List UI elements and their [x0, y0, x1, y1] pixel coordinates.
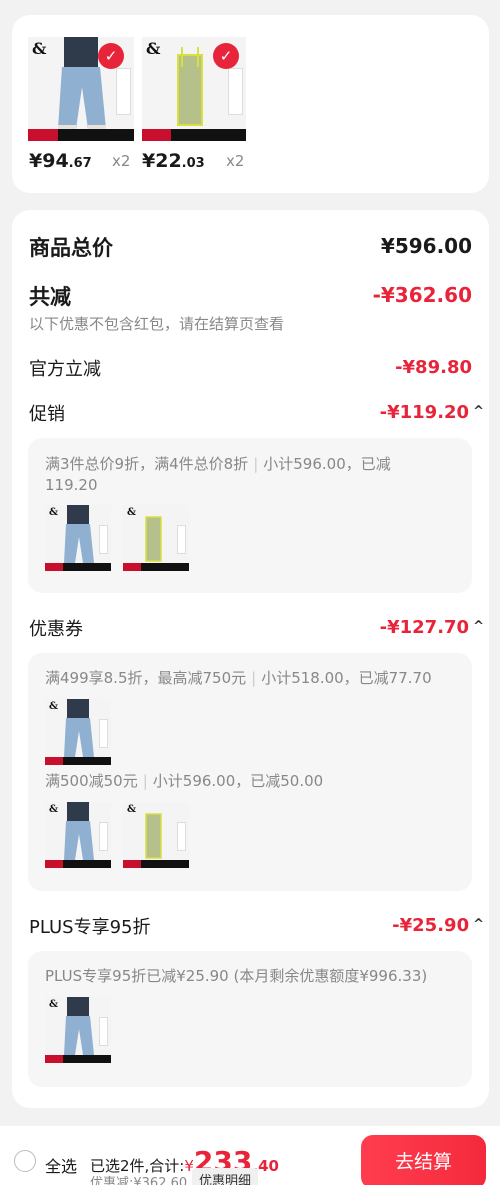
promotion-subtotal: 小计596.00，已减	[263, 455, 391, 473]
promotion-rule-text: 满3件总价9折，满4件总价8折	[45, 455, 249, 473]
checkout-bar: 全选 已选2件,合计:¥233.40 优惠减:¥362.60 优惠明细 去结算	[0, 1126, 500, 1185]
reduce-label: 共减	[29, 285, 71, 309]
promotion-detail-panel: 满3件总价9折，满4件总价8折 | 小计596.00，已减 119.20 & &	[28, 438, 472, 593]
info-graphic	[176, 524, 186, 555]
reduce-hint: 以下优惠不包含红包，请在结算页查看	[29, 315, 285, 333]
coupon-subtotal: 小计596.00，已减50.00	[152, 772, 324, 790]
coupon-label: 优惠券	[29, 619, 83, 640]
promotion-label: 促销	[29, 404, 65, 425]
info-graphic	[176, 821, 186, 852]
coupon-rule: 满499享8.5折，最高减750元 | 小计518.00，已减77.70	[45, 669, 432, 687]
promotion-toggle[interactable]: -¥119.20 ^	[380, 402, 484, 423]
total-label: 商品总价	[29, 236, 113, 260]
size-chart-graphic	[98, 524, 108, 555]
price-integer: ¥94	[29, 150, 69, 172]
promo-strip	[63, 1055, 111, 1063]
size-chart-graphic	[98, 718, 108, 749]
promotion-product-jeans[interactable]: &	[45, 505, 111, 571]
promo-strip	[171, 128, 246, 141]
chevron-up-icon: ^	[473, 404, 484, 419]
promotion-value: -¥119.20	[379, 402, 470, 423]
coupon-detail-panel: 满499享8.5折，最高减750元 | 小计518.00，已减77.70 & 满50…	[28, 653, 472, 891]
official-discount-label: 官方立减	[29, 359, 101, 380]
promo-strip	[63, 860, 111, 868]
official-discount-value: -¥89.80	[395, 357, 472, 378]
coupon-product-jeans[interactable]: &	[45, 802, 111, 868]
plus-discount-label: PLUS专享95折	[29, 917, 151, 938]
coupon-product-jeans[interactable]: &	[45, 699, 111, 765]
product-quantity: x2	[226, 152, 245, 170]
discount-detail-button[interactable]: 优惠明细	[192, 1168, 259, 1185]
product-price: ¥22.03	[142, 150, 205, 172]
total-value: ¥596.00	[380, 234, 472, 258]
size-chart-graphic	[116, 68, 131, 115]
coupon-rule-text: 满499享8.5折，最高减750元	[45, 669, 247, 687]
checkout-button[interactable]: 去结算	[361, 1135, 486, 1185]
price-breakdown-card: 商品总价 ¥596.00 共减 -¥362.60 以下优惠不包含红包，请在结算页…	[12, 210, 489, 1108]
plus-detail-panel: PLUS专享95折已减¥25.90 (本月剩余优惠额度¥996.33) &	[28, 951, 472, 1087]
coupon-toggle[interactable]: -¥127.70 ^	[380, 617, 484, 638]
coupon-value: -¥127.70	[379, 617, 470, 638]
info-graphic	[228, 68, 243, 115]
promo-strip	[63, 563, 111, 571]
coupon-rule-text: 满500减50元	[45, 772, 138, 790]
reduce-value: -¥362.60	[372, 283, 472, 307]
plus-discount-toggle[interactable]: -¥25.90 ^	[392, 915, 484, 936]
promo-strip	[57, 128, 134, 141]
promo-strip	[63, 757, 111, 765]
selected-products-card: & ✓ & ✓ ¥94.67 x2 ¥22.03 x2	[12, 15, 489, 193]
chevron-up-icon: ^	[473, 619, 484, 634]
coupon-subtotal: 小计518.00，已减77.70	[261, 669, 432, 687]
size-chart-graphic	[98, 1016, 108, 1047]
select-all-label[interactable]: 全选	[45, 1153, 77, 1177]
plus-discount-value: -¥25.90	[392, 915, 470, 936]
price-decimal: .67	[68, 156, 92, 171]
size-chart-graphic	[98, 821, 108, 852]
plus-product-jeans[interactable]: &	[45, 997, 111, 1063]
product-price: ¥94.67	[29, 150, 92, 172]
price-integer: ¥22	[142, 150, 182, 172]
check-icon[interactable]: ✓	[98, 43, 124, 69]
promo-strip	[141, 860, 189, 868]
promotion-rule: 满3件总价9折，满4件总价8折 | 小计596.00，已减 119.20	[45, 455, 391, 494]
coupon-product-bag[interactable]: &	[123, 802, 189, 868]
promo-strip	[141, 563, 189, 571]
discount-total: 优惠减:¥362.60	[90, 1176, 188, 1185]
price-decimal: .03	[181, 156, 205, 171]
chevron-up-icon: ^	[473, 917, 484, 932]
promotion-product-bag[interactable]: &	[123, 505, 189, 571]
promotion-reduced-amount: 119.20	[45, 476, 98, 494]
check-icon[interactable]: ✓	[213, 43, 239, 69]
coupon-rule: 满500减50元 | 小计596.00，已减50.00	[45, 772, 324, 790]
plus-rule: PLUS专享95折已减¥25.90 (本月剩余优惠额度¥996.33)	[45, 967, 428, 985]
product-quantity: x2	[112, 152, 131, 170]
select-all-radio[interactable]	[14, 1150, 36, 1172]
